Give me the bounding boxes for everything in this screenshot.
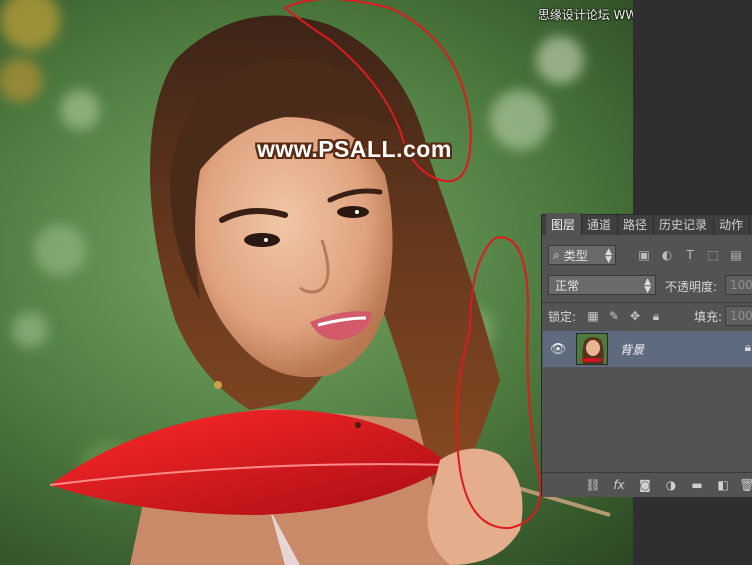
blend-mode-select[interactable]: 正常 ▲ ▼ xyxy=(548,275,656,295)
tab-paths[interactable]: 路径 xyxy=(618,213,655,235)
updown-arrow-icon: ▲ ▼ xyxy=(644,277,651,295)
layer-filter-row: ⌕ 类型 ▲ ▼ ▣ ◐ T ⬚ ▤ xyxy=(548,245,752,267)
shape-filter-icon[interactable]: ⬚ xyxy=(705,247,721,263)
lock-all-icon[interactable]: 🔒︎ xyxy=(649,308,663,324)
link-icon[interactable]: ⛓ xyxy=(584,476,602,494)
folder-icon[interactable]: ▬ xyxy=(688,476,706,494)
tab-channels[interactable]: 通道 xyxy=(582,213,619,235)
opacity-label: 不透明度: xyxy=(665,280,718,294)
workspace-background xyxy=(633,0,752,214)
type-filter-icon[interactable]: T xyxy=(682,247,698,263)
opacity-input[interactable]: 100% xyxy=(725,275,752,295)
lock-brush-icon[interactable]: ✎ xyxy=(607,308,621,324)
layer-row-background[interactable]: 👁︎ 背景 🔒︎ xyxy=(543,331,752,367)
tab-actions[interactable]: 动作 xyxy=(714,213,751,235)
layer-lock-icon: 🔒︎ xyxy=(744,340,751,354)
smart-object-filter-icon[interactable]: ▤ xyxy=(728,247,744,263)
thumbnail-image xyxy=(577,334,607,364)
psall-watermark: www.PSALL.com xyxy=(257,136,452,162)
lock-label: 锁定: xyxy=(548,310,577,324)
mask-icon[interactable]: ◙ xyxy=(636,476,654,494)
blend-opacity-row: 正常 ▲▼ 不透明度: 100% xyxy=(548,275,752,297)
divider xyxy=(542,302,752,303)
eye-icon[interactable]: 👁︎ xyxy=(549,341,567,357)
workspace-background-lower xyxy=(633,496,752,565)
tab-history[interactable]: 历史记录 xyxy=(654,213,715,235)
fill-input[interactable]: 100% xyxy=(725,306,752,326)
lock-move-icon[interactable]: ✥ xyxy=(628,308,642,324)
fill-label: 填充: xyxy=(694,310,723,324)
blend-mode-value: 正常 xyxy=(555,278,580,293)
layer-name[interactable]: 背景 xyxy=(620,341,644,358)
panel-bottom-toolbar: ⛓ fx ◙ ◑ ▬ ◧ 🗑︎ xyxy=(542,472,752,497)
fx-icon[interactable]: fx xyxy=(610,476,628,494)
new-layer-icon[interactable]: ◧ xyxy=(714,476,732,494)
lock-transparent-icon[interactable]: ▦ xyxy=(586,308,600,324)
updown-arrow-icon: ▲ ▼ xyxy=(605,247,612,265)
adjustment-filter-icon[interactable]: ◐ xyxy=(659,247,675,263)
layer-thumbnail xyxy=(576,333,608,365)
image-filter-icon[interactable]: ▣ xyxy=(636,247,652,263)
search-icon: ⌕ xyxy=(553,247,560,262)
panel-tab-bar: 图层 通道 路径 历史记录 动作 xyxy=(542,213,752,235)
tab-layers[interactable]: 图层 xyxy=(546,213,583,235)
lock-fill-row: 锁定: ▦ ✎ ✥ 🔒︎ 填充: 100% xyxy=(548,306,752,328)
filter-kind-select[interactable]: ⌕ 类型 ▲ ▼ xyxy=(548,245,616,265)
adjustment-icon[interactable]: ◑ xyxy=(662,476,680,494)
layers-panel: 图层 通道 路径 历史记录 动作 ⌕ 类型 ▲ ▼ ▣ ◐ T ⬚ ▤ 正常 ▲ ▼… xyxy=(541,213,752,497)
trash-icon[interactable]: 🗑︎ xyxy=(738,476,752,494)
filter-kind-label: 类型 xyxy=(563,248,588,263)
